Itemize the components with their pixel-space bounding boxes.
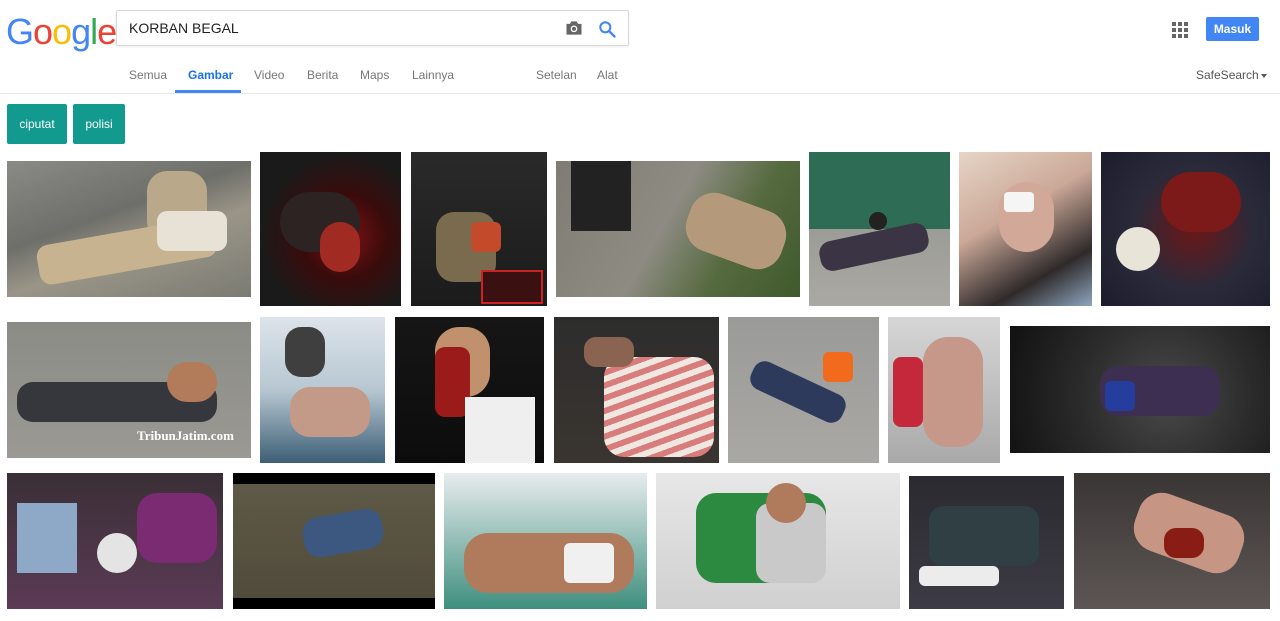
safesearch-toggle[interactable]: SafeSearch	[1196, 68, 1267, 82]
image-thumbnail[interactable]	[556, 161, 800, 297]
image-thumbnail[interactable]	[411, 152, 547, 306]
image-thumbnail[interactable]	[888, 317, 1000, 463]
sign-in-button[interactable]: Masuk	[1206, 17, 1259, 41]
image-thumbnail[interactable]	[233, 473, 435, 609]
image-thumbnail[interactable]	[260, 317, 385, 463]
tribunjatim-watermark: TribunJatim.com	[137, 428, 234, 443]
image-thumbnail[interactable]	[1101, 152, 1270, 306]
tab-images[interactable]: Gambar	[188, 68, 233, 82]
logo-letter-e: e	[97, 11, 117, 52]
image-thumbnail[interactable]	[395, 317, 544, 463]
image-thumbnail[interactable]	[554, 317, 719, 463]
google-logo[interactable]: Google	[6, 11, 117, 52]
image-thumbnail[interactable]	[1010, 326, 1270, 453]
logo-letter-l: l	[90, 11, 98, 52]
top-bar: Google Masuk Semua Gambar Video Berita M…	[0, 0, 1280, 94]
logo-letter-g: G	[6, 11, 34, 52]
camera-icon[interactable]	[564, 19, 584, 37]
image-thumbnail[interactable]	[260, 152, 401, 306]
safesearch-label: SafeSearch	[1196, 68, 1259, 82]
tab-more[interactable]: Lainnya	[412, 68, 454, 82]
image-thumbnail[interactable]	[7, 473, 223, 609]
image-thumbnail[interactable]: TribunJatim.com	[7, 322, 251, 458]
image-thumbnail[interactable]	[909, 476, 1064, 609]
tab-videos[interactable]: Video	[254, 68, 284, 82]
tab-settings[interactable]: Setelan	[536, 68, 577, 82]
active-tab-indicator	[175, 90, 241, 93]
tab-all[interactable]: Semua	[129, 68, 167, 82]
search-input[interactable]	[129, 11, 559, 45]
chevron-down-icon	[1260, 73, 1267, 78]
search-icon[interactable]	[597, 19, 617, 39]
image-thumbnail[interactable]	[7, 161, 251, 297]
image-thumbnail[interactable]	[1074, 473, 1270, 609]
image-thumbnail[interactable]	[809, 152, 950, 306]
tab-tools[interactable]: Alat	[597, 68, 618, 82]
logo-letter-o2: o	[52, 11, 72, 52]
logo-letter-o1: o	[33, 11, 53, 52]
image-thumbnail[interactable]	[444, 473, 647, 609]
image-thumbnail[interactable]	[959, 152, 1092, 306]
chip-ciputat[interactable]: ciputat	[7, 104, 67, 144]
tab-maps[interactable]: Maps	[360, 68, 389, 82]
image-thumbnail[interactable]	[656, 473, 900, 609]
logo-letter-g2: g	[71, 11, 91, 52]
tab-news[interactable]: Berita	[307, 68, 338, 82]
apps-grid-icon[interactable]	[1172, 22, 1188, 38]
chip-polisi[interactable]: polisi	[73, 104, 125, 144]
image-thumbnail[interactable]	[728, 317, 879, 463]
search-box	[116, 10, 629, 46]
